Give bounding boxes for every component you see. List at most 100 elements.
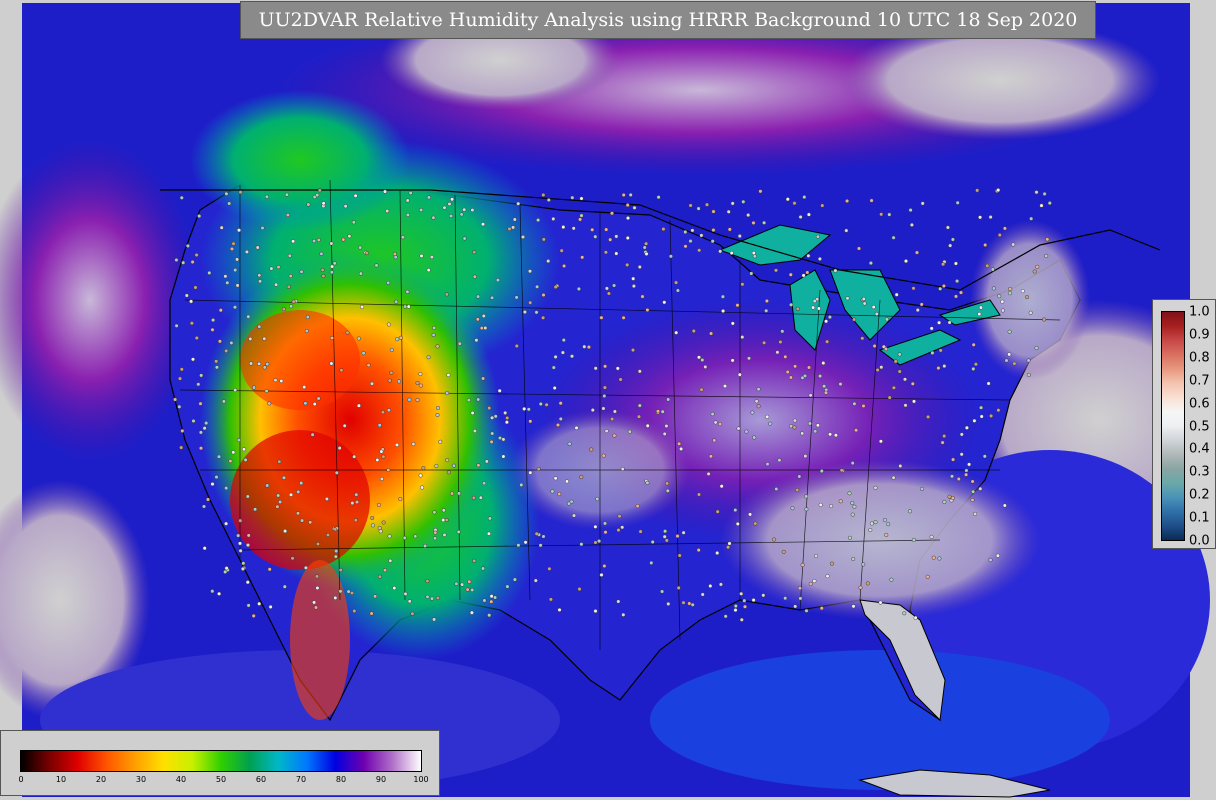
station-dot: [852, 504, 857, 509]
station-dot: [334, 549, 339, 554]
station-dot: [937, 556, 942, 561]
station-dot: [376, 502, 381, 507]
station-dot: [484, 459, 489, 464]
station-dot: [300, 518, 305, 523]
station-dot: [681, 600, 686, 605]
station-dot: [420, 485, 425, 490]
station-dot: [217, 339, 222, 344]
station-dot: [490, 415, 495, 420]
station-dot: [265, 362, 270, 367]
station-dot: [674, 280, 679, 285]
station-dot: [366, 363, 371, 368]
station-dot: [552, 386, 557, 391]
station-dot: [788, 272, 793, 277]
station-dot: [894, 292, 899, 297]
rh-tick-label: 60: [255, 775, 267, 784]
station-dot: [873, 485, 878, 490]
station-dot: [908, 208, 913, 213]
station-dot: [593, 366, 598, 371]
station-dot: [341, 237, 346, 242]
station-dot: [912, 399, 917, 404]
station-dot: [582, 344, 587, 349]
station-dot: [571, 226, 576, 231]
station-dot: [1004, 358, 1009, 363]
station-dot: [721, 309, 726, 314]
station-dot: [708, 584, 713, 589]
station-dot: [1045, 237, 1050, 242]
station-dot: [737, 234, 742, 239]
station-dot: [233, 268, 238, 273]
station-dot: [493, 595, 498, 600]
station-dot: [808, 581, 813, 586]
station-dot: [1007, 352, 1012, 357]
station-dot: [665, 488, 670, 493]
station-dot: [296, 489, 301, 494]
station-dot: [184, 293, 189, 298]
rh-tick-label: 20: [95, 775, 107, 784]
station-dot: [487, 406, 492, 411]
station-dot: [481, 222, 486, 227]
station-dot: [700, 592, 705, 597]
station-dot: [523, 540, 528, 545]
station-dot: [795, 488, 800, 493]
station-dot: [785, 197, 790, 202]
station-dot: [466, 398, 471, 403]
station-dot: [284, 192, 289, 197]
station-dot: [227, 201, 232, 206]
station-dot: [1044, 253, 1049, 258]
station-dot: [454, 581, 459, 586]
station-dot: [1032, 269, 1037, 274]
station-dot: [688, 239, 693, 244]
station-dot: [857, 246, 862, 251]
station-dot: [421, 466, 426, 471]
station-dot: [620, 466, 625, 471]
station-dot: [713, 420, 718, 425]
station-dot: [884, 317, 889, 322]
station-dot: [561, 225, 566, 230]
station-dot: [478, 495, 483, 500]
station-dot: [400, 235, 405, 240]
station-dot: [470, 411, 475, 416]
station-dot: [718, 422, 723, 427]
station-dot: [229, 246, 234, 251]
station-dot: [621, 315, 626, 320]
station-dot: [528, 269, 533, 274]
station-dot: [691, 329, 696, 334]
station-dot: [497, 388, 502, 393]
station-dot: [668, 254, 673, 259]
station-dot: [269, 266, 274, 271]
station-dot: [660, 589, 665, 594]
station-dot: [472, 558, 477, 563]
station-dot: [395, 442, 400, 447]
station-dot: [541, 534, 546, 539]
station-dot: [878, 600, 883, 605]
station-dot: [748, 512, 753, 517]
station-dot: [833, 268, 838, 273]
station-dot: [432, 510, 437, 515]
station-dot: [941, 284, 946, 289]
station-dot: [683, 229, 688, 234]
station-dot: [995, 553, 1000, 558]
station-dot: [602, 394, 607, 399]
station-dot: [798, 596, 803, 601]
station-dot: [224, 566, 229, 571]
station-dot: [441, 508, 446, 513]
station-dot: [194, 336, 199, 341]
station-dot: [887, 212, 892, 217]
station-dot: [514, 295, 519, 300]
station-dot: [291, 299, 296, 304]
station-dot: [1007, 329, 1012, 334]
station-dot: [405, 198, 410, 203]
station-dot: [330, 264, 335, 269]
station-dot: [875, 368, 880, 373]
station-dot: [1034, 345, 1039, 350]
station-dot: [798, 214, 803, 219]
station-dot: [833, 433, 838, 438]
station-dot: [726, 209, 731, 214]
station-dot: [735, 521, 740, 526]
station-dot: [299, 481, 304, 486]
station-dot: [395, 337, 400, 342]
station-dot: [460, 582, 465, 587]
station-dot: [181, 260, 186, 265]
station-dot: [238, 548, 243, 553]
